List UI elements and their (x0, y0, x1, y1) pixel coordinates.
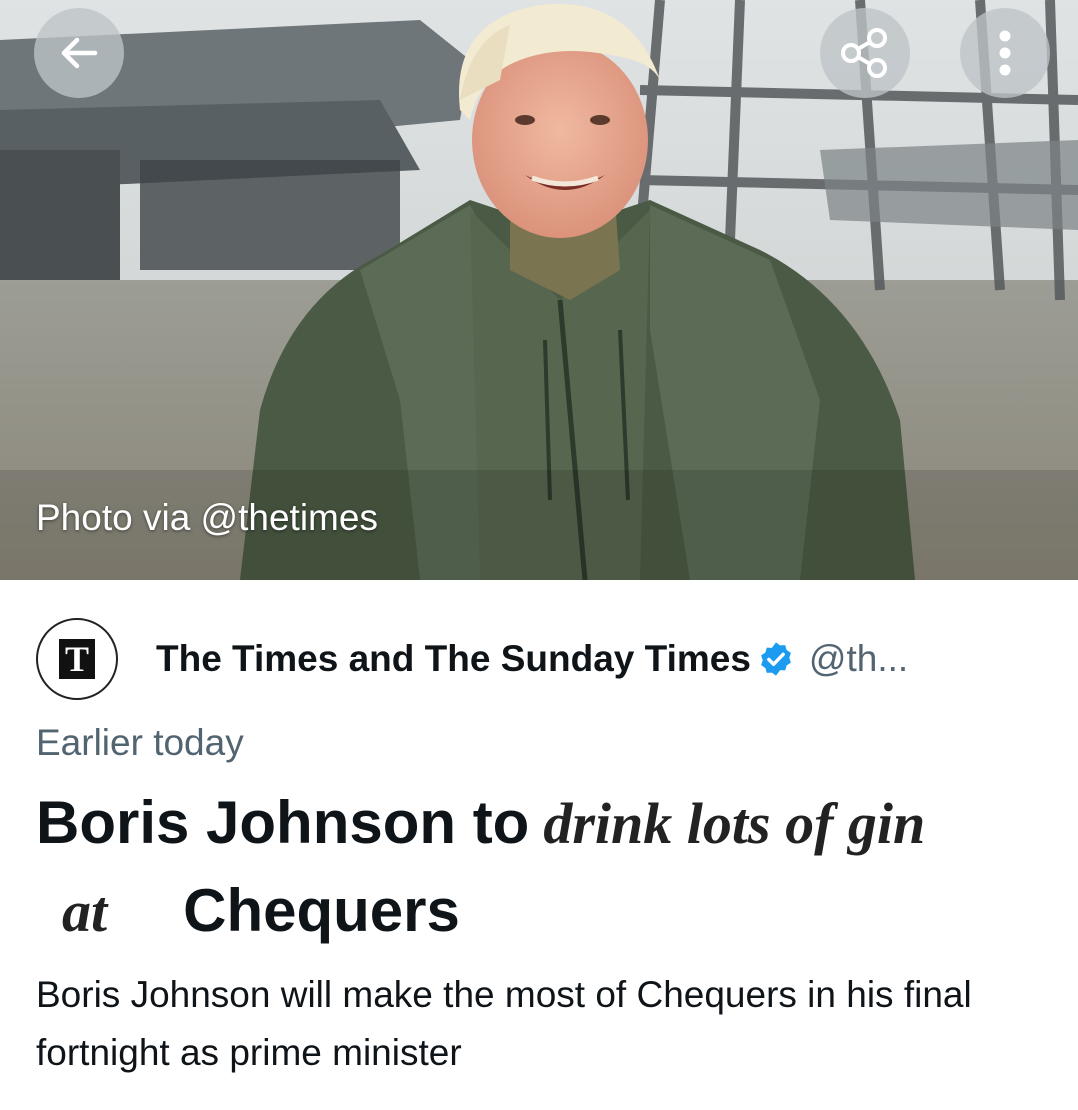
more-options-button[interactable] (960, 8, 1050, 98)
more-vertical-icon (999, 30, 1011, 76)
headline-line-2: at Chequers (36, 876, 1076, 954)
article-timestamp: Earlier today (36, 722, 244, 763)
photo-caption: Photo via @thetimes (36, 497, 378, 538)
share-button[interactable] (820, 8, 910, 98)
article-photo[interactable]: Photo via @thetimes (0, 0, 1078, 580)
article-source[interactable]: T The Times and The Sunday Times @th... (36, 618, 1066, 700)
source-handle[interactable]: @th... (809, 638, 908, 680)
article-summary: Boris Johnson will make the most of Cheq… (36, 974, 972, 1073)
source-logo-letter: T (59, 639, 95, 679)
arrow-left-icon (61, 37, 98, 69)
photo-image (0, 0, 1078, 580)
source-name[interactable]: The Times and The Sunday Times (156, 638, 751, 680)
article-headline[interactable]: Boris Johnson to drink lots of gin at Ch… (36, 788, 1076, 954)
source-avatar[interactable]: T (36, 618, 118, 700)
headline-text-serif-2: at (62, 879, 108, 944)
headline-text-sans-1: Boris Johnson to (36, 789, 530, 856)
back-button[interactable] (34, 8, 124, 98)
headline-text-serif-1: drink lots of gin (543, 791, 926, 856)
headline-text-sans-2: Chequers (183, 877, 460, 944)
verified-badge-icon (757, 640, 795, 678)
headline-line-1: Boris Johnson to drink lots of gin (36, 788, 1076, 866)
share-icon (841, 28, 887, 78)
